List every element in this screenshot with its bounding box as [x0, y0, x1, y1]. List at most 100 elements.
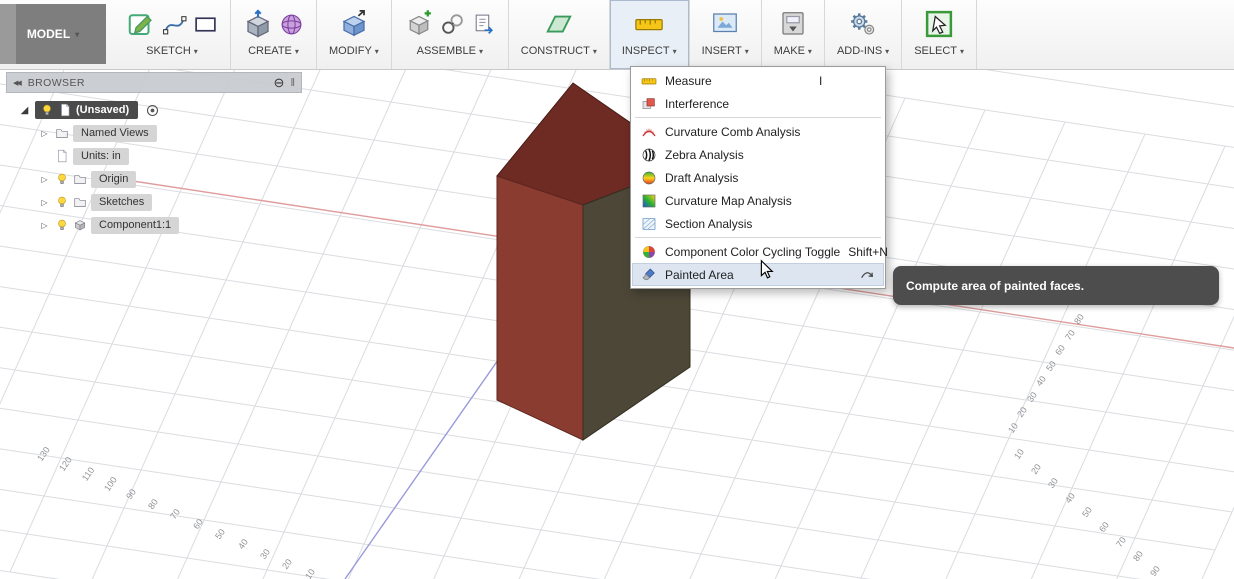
menu-separator	[635, 117, 881, 118]
painted-area-icon	[641, 267, 657, 283]
repeat-arrow-icon	[859, 267, 875, 283]
expand-arrow-icon[interactable]: ◢	[18, 105, 31, 116]
bulb-icon	[40, 103, 54, 117]
bulb-icon	[55, 218, 69, 232]
caret-down-icon: ▾	[959, 46, 964, 56]
draft-icon	[641, 170, 657, 186]
browser-panel: ◀◀ BROWSER ⊖ ‖ ◢ (Unsaved) ▷ Named Views Uni…	[6, 72, 302, 235]
browser-item-label[interactable]: Origin	[91, 170, 137, 188]
menu-item-interference[interactable]: Interference	[632, 92, 884, 115]
menu-separator	[635, 237, 881, 238]
toolbar: MODEL ▾ SKETCH ▾ CREATE ▾ MODIFY ▾ ASSEMBLE ▾ CO…	[0, 0, 1234, 70]
active-document-pill[interactable]: (Unsaved)	[35, 101, 139, 119]
menu-item-curvature-comb-analysis[interactable]: Curvature Comb Analysis	[632, 120, 884, 143]
rectangle-icon	[193, 12, 218, 37]
toolbar-group-label: SELECT ▾	[914, 45, 964, 57]
toolbar-group-label: ADD-INS ▾	[836, 45, 890, 57]
caret-down-icon: ▾	[374, 46, 379, 56]
toolbar-group-make[interactable]: MAKE ▾	[762, 0, 825, 69]
toolbar-group-label: SKETCH ▾	[146, 45, 198, 57]
browser-item-label[interactable]: Units: in	[73, 147, 129, 165]
menu-item-section-analysis[interactable]: Section Analysis	[632, 212, 884, 235]
browser-row-unsaved[interactable]: ◢ (Unsaved)	[6, 100, 302, 120]
collapse-panel-icon[interactable]: ◀◀	[13, 79, 22, 87]
curvature-comb-icon	[641, 124, 657, 140]
color-cycling-icon	[641, 244, 657, 260]
caret-down-icon: ▾	[885, 46, 890, 56]
document-icon	[55, 149, 69, 163]
new-component-icon	[404, 9, 434, 39]
caret-down-icon: ▾	[478, 46, 483, 56]
extrude-icon	[243, 9, 273, 39]
insert-icon	[710, 9, 740, 39]
browser-header[interactable]: ◀◀ BROWSER ⊖ ‖	[6, 72, 302, 93]
folder-icon	[73, 172, 87, 186]
browser-row-named-views[interactable]: ▷ Named Views	[6, 123, 302, 143]
model-front-face	[496, 175, 584, 441]
workspace-switcher[interactable]: MODEL ▾	[0, 4, 106, 64]
browser-tree: ◢ (Unsaved) ▷ Named Views Units: in ▷ Origin ▷ S…	[6, 93, 302, 235]
browser-item-label[interactable]: Named Views	[73, 124, 157, 142]
make-icon	[778, 9, 808, 39]
browser-row-origin[interactable]: ▷ Origin	[6, 169, 302, 189]
folder-icon	[73, 195, 87, 209]
toolbar-group-label: CONSTRUCT ▾	[520, 45, 597, 57]
panel-grip-icon[interactable]: ‖	[290, 77, 295, 89]
toolbar-group-label: ASSEMBLE ▾	[416, 45, 483, 57]
toolbar-group-label: INSPECT ▾	[621, 45, 677, 57]
menu-item-component-color-cycling-toggle[interactable]: Component Color Cycling Toggle Shift+N	[632, 240, 888, 263]
workspace-label: MODEL	[26, 27, 71, 41]
toolbar-group-create[interactable]: CREATE ▾	[231, 0, 317, 69]
toolbar-groups: SKETCH ▾ CREATE ▾ MODIFY ▾ ASSEMBLE ▾ CONSTRUCT ▾…	[114, 0, 977, 69]
fusion-window: 130 120 110 100 90 80 70 60 50 40 30 20 10 80 70 60 50 40…	[0, 0, 1234, 579]
browser-row-component1-1[interactable]: ▷ Component1:1	[6, 215, 302, 235]
shortcut-label: I	[819, 73, 823, 88]
browser-item-label[interactable]: Component1:1	[91, 216, 180, 234]
capture-position-icon	[471, 12, 496, 37]
browser-item-label[interactable]: Sketches	[91, 193, 153, 211]
minimize-panel-icon[interactable]: ⊖	[274, 76, 285, 89]
press-pull-icon	[339, 9, 369, 39]
browser-row-sketches[interactable]: ▷ Sketches	[6, 192, 302, 212]
folder-icon	[55, 126, 69, 140]
toolbar-group-select[interactable]: SELECT ▾	[902, 0, 977, 69]
menu-item-painted-area[interactable]: Painted Area	[632, 263, 884, 286]
form-sphere-icon	[279, 12, 304, 37]
spline-icon	[162, 12, 187, 37]
expand-arrow-icon[interactable]: ▷	[38, 198, 51, 207]
expand-arrow-icon[interactable]: ▷	[38, 221, 51, 230]
menu-item-draft-analysis[interactable]: Draft Analysis	[632, 166, 884, 189]
browser-row-units-in[interactable]: Units: in	[6, 146, 302, 166]
shortcut-label: Shift+N	[848, 244, 888, 259]
tooltip: Compute area of painted faces.	[893, 266, 1219, 305]
toolbar-group-add-ins[interactable]: ADD-INS ▾	[825, 0, 903, 69]
toolbar-group-sketch[interactable]: SKETCH ▾	[114, 0, 231, 69]
joint-icon	[440, 12, 465, 37]
measure-icon	[634, 9, 664, 39]
toolbar-group-label: MODIFY ▾	[329, 45, 379, 57]
toolbar-group-label: CREATE ▾	[248, 45, 299, 57]
curvature-map-icon	[641, 193, 657, 209]
toolbar-group-inspect[interactable]: INSPECT ▾	[609, 0, 690, 69]
toolbar-group-label: INSERT ▾	[701, 45, 749, 57]
expand-arrow-icon[interactable]: ▷	[38, 175, 51, 184]
caret-down-icon: ▾	[592, 46, 597, 56]
toolbar-group-construct[interactable]: CONSTRUCT ▾	[509, 0, 610, 69]
caret-down-icon: ▾	[744, 46, 749, 56]
toolbar-group-assemble[interactable]: ASSEMBLE ▾	[392, 0, 509, 69]
menu-item-measure[interactable]: Measure I	[632, 69, 884, 92]
bulb-icon	[55, 172, 69, 186]
menu-item-zebra-analysis[interactable]: Zebra Analysis	[632, 143, 884, 166]
bulb-icon	[55, 195, 69, 209]
toolbar-group-modify[interactable]: MODIFY ▾	[317, 0, 392, 69]
expand-arrow-icon[interactable]: ▷	[38, 129, 51, 138]
tooltip-text: Compute area of painted faces.	[906, 278, 1085, 293]
addins-icon	[848, 9, 878, 39]
menu-item-curvature-map-analysis[interactable]: Curvature Map Analysis	[632, 189, 884, 212]
construct-plane-icon	[544, 9, 574, 39]
measure-icon	[641, 73, 657, 89]
section-icon	[641, 216, 657, 232]
document-name: (Unsaved)	[76, 104, 130, 116]
interference-icon	[641, 96, 657, 112]
toolbar-group-insert[interactable]: INSERT ▾	[690, 0, 762, 69]
